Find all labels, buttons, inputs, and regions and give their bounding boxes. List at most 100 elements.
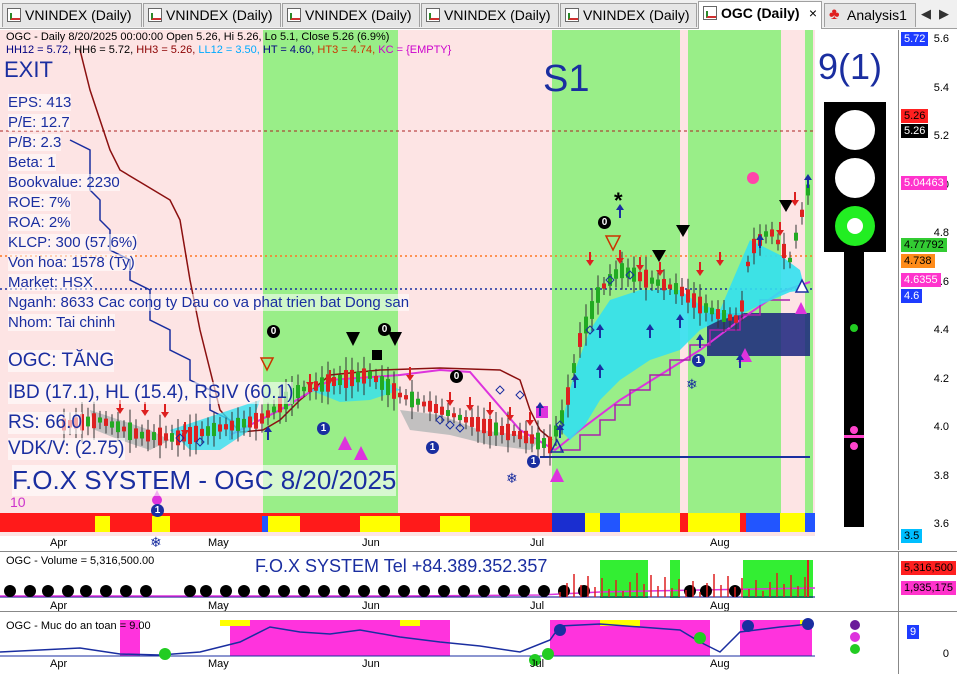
- level-kc: KC = {EMPTY}: [378, 44, 452, 56]
- candle-body: [800, 209, 804, 217]
- star-marker: *: [614, 188, 623, 213]
- fundamental-item: P/B: 2.3: [8, 134, 62, 151]
- sell-arrow-head: [506, 415, 514, 421]
- month-label-may: May: [208, 537, 229, 549]
- tab-analysis1[interactable]: Analysis1: [824, 3, 916, 27]
- candle-body: [428, 400, 432, 412]
- strip-segment: [746, 513, 780, 522]
- candle-body: [536, 432, 540, 450]
- price-level-label: 4.77792: [901, 238, 947, 252]
- price-tick: 4.0: [933, 421, 949, 433]
- tab-vnindex-1[interactable]: VNINDEX (Daily): [2, 3, 142, 27]
- month-label-aug: Aug: [710, 658, 730, 670]
- tab-vnindex-5[interactable]: VNINDEX (Daily): [560, 3, 697, 27]
- safety-zone: [300, 620, 380, 656]
- chart-header-levels: HH12 = 5.72, HH6 = 5.72, HH3 = 5.26, LL1…: [6, 44, 451, 56]
- candle-body: [230, 420, 234, 431]
- candle-body: [236, 417, 240, 431]
- magenta-dot-icon: [850, 632, 860, 642]
- strip-segment: [110, 522, 152, 532]
- candle-body: [764, 231, 768, 237]
- candle-body: [464, 416, 468, 423]
- candle-body: [782, 243, 786, 259]
- strip-segment: [805, 522, 815, 532]
- tab-vnindex-2[interactable]: VNINDEX (Daily): [143, 3, 281, 27]
- candle-body: [188, 427, 192, 444]
- strip-segment: [440, 522, 470, 532]
- fundamental-item: Market: HSX: [8, 274, 94, 291]
- candle-body: [350, 369, 354, 387]
- volume-dot: [258, 585, 270, 597]
- safety-yellow: [400, 620, 420, 626]
- magenta-dot-marker: [747, 172, 759, 184]
- strip-segment: [300, 522, 360, 532]
- traffic-light-pole: [844, 252, 864, 527]
- strip-segment: [710, 522, 740, 532]
- tab-label: VNINDEX (Daily): [583, 7, 690, 23]
- candle-body: [602, 283, 606, 289]
- tab-label: OGC (Daily): [721, 5, 800, 21]
- sell-arrow-head: [526, 420, 534, 426]
- candle-body: [434, 404, 438, 413]
- strip-segment: [552, 522, 585, 532]
- safety-legend-dots: [850, 620, 860, 654]
- tab-scroll-left-icon[interactable]: ◀: [921, 6, 931, 22]
- strip-segment: [740, 522, 746, 532]
- candle-body: [128, 422, 132, 441]
- candle-body: [158, 427, 162, 446]
- candle-body: [554, 425, 558, 437]
- bullish-zone: [805, 30, 813, 513]
- volume-dot: [458, 585, 470, 597]
- signal-badge: 0: [267, 325, 280, 338]
- tab-scroll-right-icon[interactable]: ▶: [939, 6, 949, 22]
- candle-body: [194, 425, 198, 443]
- safety-pane[interactable]: OGC - Muc do an toan = 9.00 Apr May Jun …: [0, 611, 898, 674]
- candle-body: [386, 378, 390, 396]
- chart-tab-icon: [426, 8, 440, 22]
- strip-segment: [688, 522, 710, 532]
- candle-body: [296, 385, 300, 398]
- candle-body: [116, 421, 120, 433]
- fundamental-item: ROA: 2%: [8, 214, 71, 231]
- candle-body: [458, 414, 462, 421]
- level-ht: HT = 4.60,: [262, 44, 318, 56]
- candle-body: [656, 279, 660, 286]
- month-label-jul: Jul: [530, 537, 545, 549]
- tab-vnindex-4[interactable]: VNINDEX (Daily): [421, 3, 559, 27]
- trend-label: OGC: TĂNG: [8, 350, 115, 372]
- sell-arrow-head: [406, 375, 414, 381]
- tab-label: VNINDEX (Daily): [25, 7, 132, 23]
- candle-body: [752, 238, 756, 254]
- strip-segment: [710, 513, 740, 522]
- candle-body: [710, 307, 714, 315]
- volume-dot: [438, 585, 450, 597]
- candle-body: [680, 286, 684, 297]
- volume-pane[interactable]: OGC - Volume = 5,316,500.00 F.O.X SYSTEM…: [0, 551, 898, 611]
- contact-label: F.O.X SYSTEM Tel +84.389.352.357: [255, 556, 548, 576]
- close-tab-icon[interactable]: ×: [809, 2, 817, 24]
- candle-body: [674, 283, 678, 295]
- price-chart-pane[interactable]: OGC - Daily 8/20/2025 00:00:00 Open 5.26…: [0, 30, 898, 536]
- pink-dot-icon: [850, 426, 858, 434]
- candle-body: [362, 368, 366, 384]
- candle-body: [506, 423, 510, 441]
- tab-ogc[interactable]: OGC (Daily) ×: [698, 1, 822, 29]
- sell-triangle-marker: [779, 200, 793, 212]
- candle-body: [344, 370, 348, 388]
- candle-body: [620, 263, 624, 279]
- strip-segment: [552, 513, 585, 522]
- strip-segment: [805, 513, 815, 522]
- strip-segment: [620, 513, 680, 522]
- candle-body: [578, 333, 582, 347]
- vdk-label: VDK/V: (2.75): [8, 438, 125, 460]
- candle-body: [794, 232, 798, 241]
- black-square-marker: [372, 350, 382, 360]
- volume-dot: [478, 585, 490, 597]
- candle-body: [86, 416, 90, 427]
- tab-vnindex-3[interactable]: VNINDEX (Daily): [282, 3, 420, 27]
- safety-tick-zero: 0: [942, 648, 949, 660]
- purple-dot-icon: [850, 620, 860, 630]
- count-label: 10: [10, 494, 26, 510]
- volume-dot: [318, 585, 330, 597]
- signal-badge: 0: [598, 216, 611, 229]
